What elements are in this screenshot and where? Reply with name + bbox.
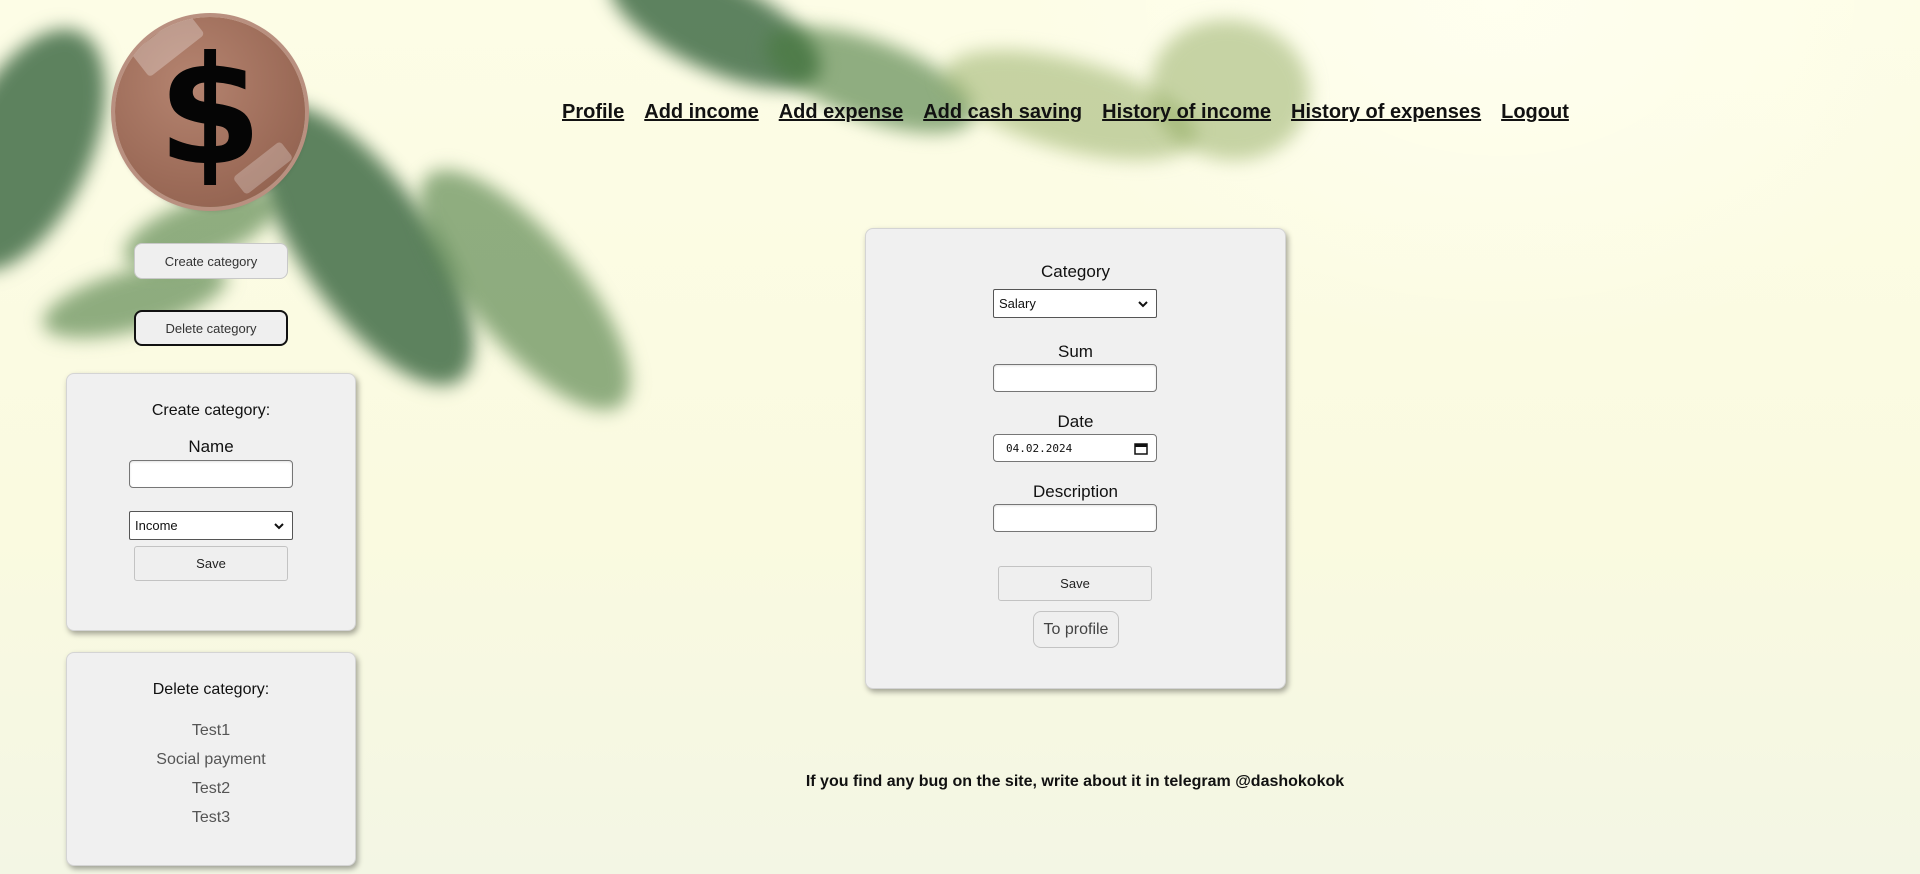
nav-link-profile[interactable]: Profile (562, 101, 624, 124)
category-item[interactable]: Social payment (67, 751, 355, 769)
calendar-icon[interactable] (1134, 442, 1148, 455)
bug-report-note: If you find any bug on the site, write a… (805, 773, 1345, 790)
category-select-value: Salary (999, 296, 1036, 311)
sum-input[interactable] (993, 364, 1157, 392)
description-input[interactable] (993, 504, 1157, 532)
add-income-form: Category Salary Sum Date 04.02.2024 Desc… (865, 228, 1286, 689)
date-label: Date (1057, 412, 1094, 431)
delete-category-button[interactable]: Delete category (134, 310, 288, 346)
logo: $ (115, 17, 305, 207)
save-income-button[interactable]: Save (998, 566, 1152, 601)
dollar-sign-icon: $ (157, 25, 263, 199)
date-value: 04.02.2024 (1006, 441, 1073, 455)
nav-link-add-expense[interactable]: Add expense (779, 101, 903, 124)
delete-category-title: Delete category: (152, 681, 270, 698)
category-label: Category (1041, 262, 1110, 281)
chevron-down-icon (274, 523, 284, 530)
name-label: Name (188, 437, 234, 456)
create-category-title: Create category: (151, 402, 271, 419)
category-name-input[interactable] (129, 460, 293, 488)
category-type-value: Income (135, 518, 178, 533)
main-nav: Profile Add income Add expense Add cash … (562, 101, 1569, 124)
save-category-button[interactable]: Save (134, 546, 288, 581)
to-profile-button[interactable]: To profile (1033, 611, 1119, 648)
category-type-select[interactable]: Income (129, 511, 293, 540)
nav-link-add-cash-saving[interactable]: Add cash saving (923, 101, 1082, 124)
category-select[interactable]: Salary (993, 289, 1157, 318)
delete-category-panel: Delete category: Test1 Social payment Te… (66, 652, 356, 866)
nav-link-history-of-income[interactable]: History of income (1102, 101, 1271, 124)
nav-link-history-of-expenses[interactable]: History of expenses (1291, 101, 1481, 124)
category-item[interactable]: Test3 (67, 809, 355, 827)
nav-link-logout[interactable]: Logout (1501, 101, 1569, 124)
category-item[interactable]: Test1 (67, 722, 355, 740)
sum-label: Sum (1058, 342, 1093, 361)
nav-link-add-income[interactable]: Add income (644, 101, 758, 124)
description-label: Description (1032, 482, 1119, 501)
chevron-down-icon (1138, 301, 1148, 308)
create-category-button[interactable]: Create category (134, 243, 288, 279)
date-input[interactable]: 04.02.2024 (993, 434, 1157, 462)
create-category-panel: Create category: Name Income Save (66, 373, 356, 631)
